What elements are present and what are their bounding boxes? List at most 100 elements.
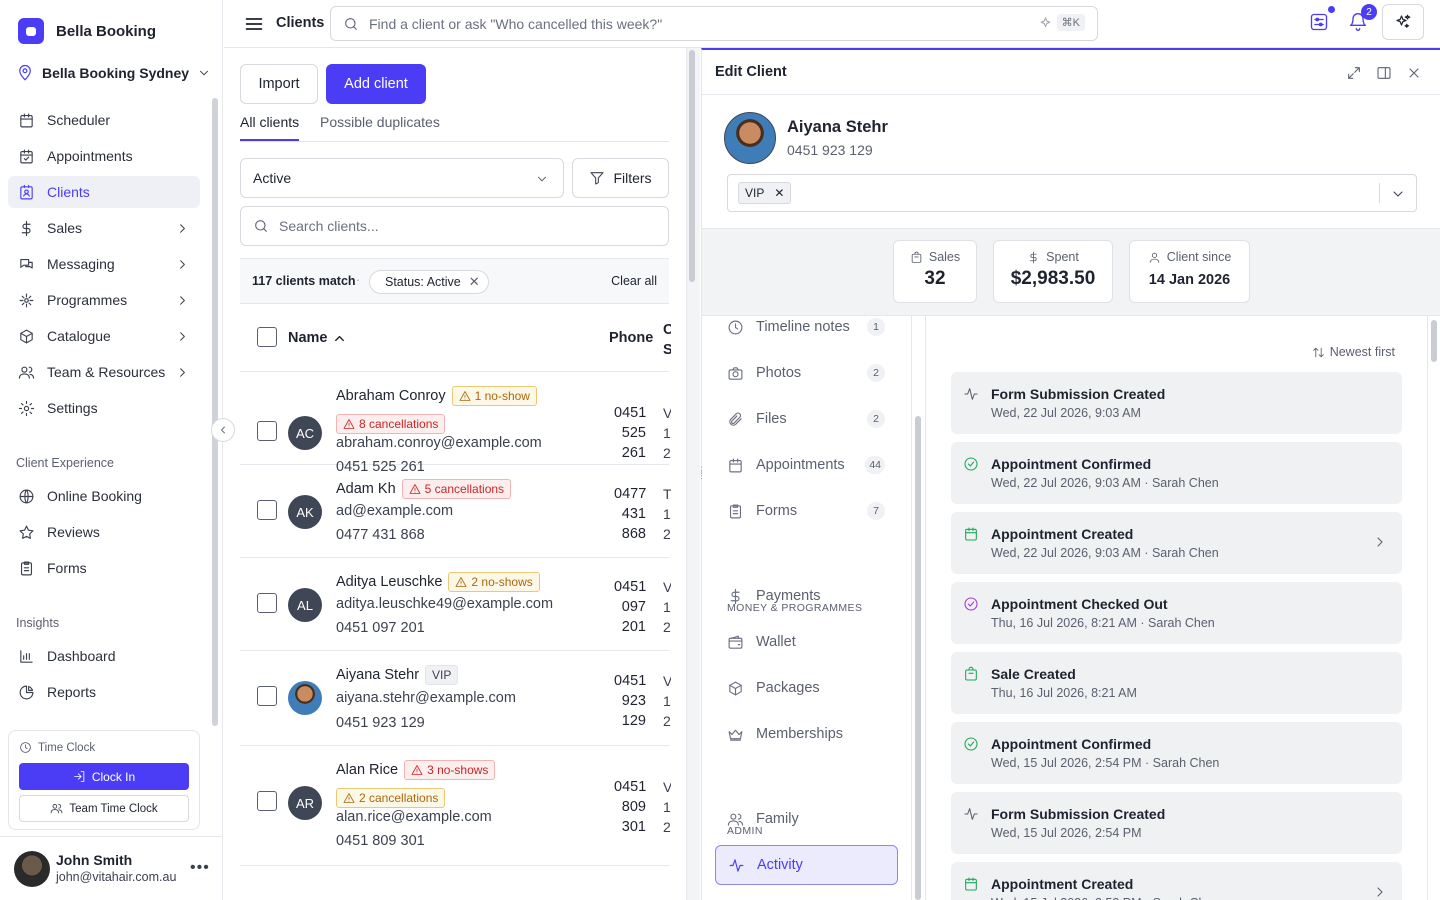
dollar-icon <box>21 220 31 236</box>
section-item-label: Memberships <box>756 726 844 742</box>
chevron-right-icon[interactable] <box>1372 534 1388 550</box>
status-select[interactable]: Active <box>240 158 564 198</box>
calendar-icon <box>965 527 977 541</box>
more-icon[interactable]: ••• <box>190 859 210 877</box>
tab-all-clients[interactable]: All clients <box>240 114 300 141</box>
notifications-badge: 2 <box>1361 4 1377 20</box>
activity-item[interactable]: Appointment Created Wed, 15 Jul 2026, 2:5… <box>951 862 1402 900</box>
clock-in-button[interactable]: Clock In <box>19 763 189 790</box>
clear-all-link[interactable]: Clear all <box>611 274 657 288</box>
close-icon[interactable]: ✕ <box>469 274 480 290</box>
phone-part: 525 <box>621 425 646 441</box>
section-item-label: Timeline notes <box>756 319 850 335</box>
clipboard-icon <box>20 561 33 575</box>
truncated-cell: V 1 2 <box>663 777 671 837</box>
chevron-right-icon[interactable] <box>1372 884 1388 900</box>
list-scrollbar[interactable] <box>689 50 695 282</box>
team-time-clock-button[interactable]: Team Time Clock <box>19 795 189 822</box>
section-item-packages[interactable]: Packages <box>715 668 898 708</box>
truncated-part: 1 <box>663 506 671 522</box>
row-checkbox[interactable] <box>257 500 277 520</box>
sort-button[interactable]: Newest first <box>1312 345 1395 359</box>
tags-select[interactable]: VIP ✕ <box>727 174 1417 212</box>
activity-item: Form Submission Created Wed, 22 Jul 2026,… <box>951 372 1402 434</box>
section-item-wallet[interactable]: Wallet <box>715 622 898 662</box>
filters-button[interactable]: Filters <box>572 158 669 198</box>
sidebar-item-team-and-resources[interactable]: Team & Resources <box>8 356 200 388</box>
status-filter-chip[interactable]: Status: Active ✕ <box>369 270 489 294</box>
remove-tag-icon[interactable]: ✕ <box>774 186 784 200</box>
row-checkbox[interactable] <box>257 593 277 613</box>
sidebar-item-label: Appointments <box>47 148 133 164</box>
collapse-sidebar-button[interactable] <box>211 418 235 442</box>
client-avatar[interactable] <box>724 112 776 164</box>
user-profile[interactable]: John Smith john@vitahair.com.au ••• <box>0 836 222 900</box>
feed-scrollbar[interactable] <box>1431 320 1437 362</box>
table-row[interactable]: AL Aditya Leuschke 2 no-shows aditya.leusch… <box>240 558 671 651</box>
sidebar-item-label: Team & Resources <box>47 364 166 380</box>
table-row[interactable]: AK Adam Kh 5 cancellations ad@example.com 04… <box>240 465 671 558</box>
chevron-down-icon[interactable] <box>1390 186 1406 202</box>
brand[interactable]: Bella Booking <box>18 18 156 44</box>
sidebar-item-scheduler[interactable]: Scheduler <box>8 104 200 136</box>
sliders-icon[interactable] <box>1309 12 1329 32</box>
resize-handle[interactable]: ⋮ ⋮ <box>697 466 706 482</box>
client-search-input[interactable]: Search clients... <box>240 206 669 246</box>
sort-name-header[interactable]: Name <box>288 330 347 346</box>
location-switcher[interactable]: Bella Booking Sydney <box>16 64 211 82</box>
sidebar-item-messaging[interactable]: Messaging <box>8 248 200 280</box>
section-item-label: Packages <box>756 680 820 696</box>
row-checkbox[interactable] <box>257 791 277 811</box>
add-client-button[interactable]: Add client <box>326 64 426 104</box>
sidebar-item-online-booking[interactable]: Online Booking <box>8 480 200 512</box>
search-shortcut: ⌘K <box>1056 14 1085 31</box>
sidebar-item-forms[interactable]: Forms <box>8 552 200 584</box>
tab-possible-duplicates[interactable]: Possible duplicates <box>320 114 440 130</box>
side-panel-icon[interactable] <box>1376 65 1392 81</box>
phone-part: 868 <box>621 526 646 542</box>
section-scrollbar[interactable] <box>915 416 921 900</box>
global-search-placeholder: Find a client or ask "Who cancelled this… <box>369 15 663 32</box>
import-button[interactable]: Import <box>240 64 318 104</box>
table-row[interactable]: AC Abraham Conroy 1 no-show 8 cancellations… <box>240 372 671 475</box>
section-item-activity[interactable]: Activity <box>715 845 898 885</box>
sidebar-item-clients[interactable]: Clients <box>8 176 200 208</box>
ai-assistant-button[interactable] <box>1382 4 1424 40</box>
section-item-appointments[interactable]: Appointments 44 <box>715 445 898 485</box>
separator-dot: · <box>356 273 361 287</box>
section-item-files[interactable]: Files 2 <box>715 399 898 439</box>
search-icon <box>345 17 357 30</box>
section-money-programmes: MONEY & PROGRAMMES <box>727 602 863 614</box>
sidebar-item-sales[interactable]: Sales <box>8 212 200 244</box>
sidebar-scrollbar[interactable] <box>212 98 218 726</box>
truncated-part: 2 <box>663 619 671 635</box>
phone-part: 923 <box>621 693 646 709</box>
wallet-icon <box>728 635 743 649</box>
global-search-input[interactable]: Find a client or ask "Who cancelled this… <box>330 6 1098 41</box>
sidebar-item-dashboard[interactable]: Dashboard <box>8 640 200 672</box>
client-name: Aiyana Stehr VIP <box>336 665 459 685</box>
table-row[interactable]: Aiyana Stehr VIP aiyana.stehr@example.com 0… <box>240 651 671 746</box>
section-item-memberships[interactable]: Memberships <box>715 714 898 754</box>
sidebar-item-catalogue[interactable]: Catalogue <box>8 320 200 352</box>
row-checkbox[interactable] <box>257 421 277 441</box>
bag-icon <box>965 666 977 681</box>
sidebar-item-reports[interactable]: Reports <box>8 676 200 708</box>
close-icon[interactable] <box>1406 65 1422 81</box>
sidebar-item-reviews[interactable]: Reviews <box>8 516 200 548</box>
expand-icon[interactable] <box>1346 65 1362 81</box>
dollar-icon <box>1029 251 1037 263</box>
section-item-timeline-notes[interactable]: Timeline notes 1 <box>715 307 898 347</box>
select-all-checkbox[interactable] <box>257 327 277 347</box>
section-item-forms[interactable]: Forms 7 <box>715 491 898 531</box>
row-checkbox[interactable] <box>257 686 277 706</box>
avatar <box>288 681 322 715</box>
client-name: Adam Kh 5 cancellations <box>336 479 512 499</box>
sidebar-item-settings[interactable]: Settings <box>8 392 200 424</box>
activity-item[interactable]: Appointment Created Wed, 22 Jul 2026, 9:0… <box>951 512 1402 574</box>
sidebar-item-programmes[interactable]: Programmes <box>8 284 200 316</box>
table-row[interactable]: AR Alan Rice 3 no-shows 2 cancellations alan… <box>240 746 671 866</box>
menu-icon[interactable] <box>244 14 264 34</box>
sidebar-item-appointments[interactable]: Appointments <box>8 140 200 172</box>
section-item-photos[interactable]: Photos 2 <box>715 353 898 393</box>
